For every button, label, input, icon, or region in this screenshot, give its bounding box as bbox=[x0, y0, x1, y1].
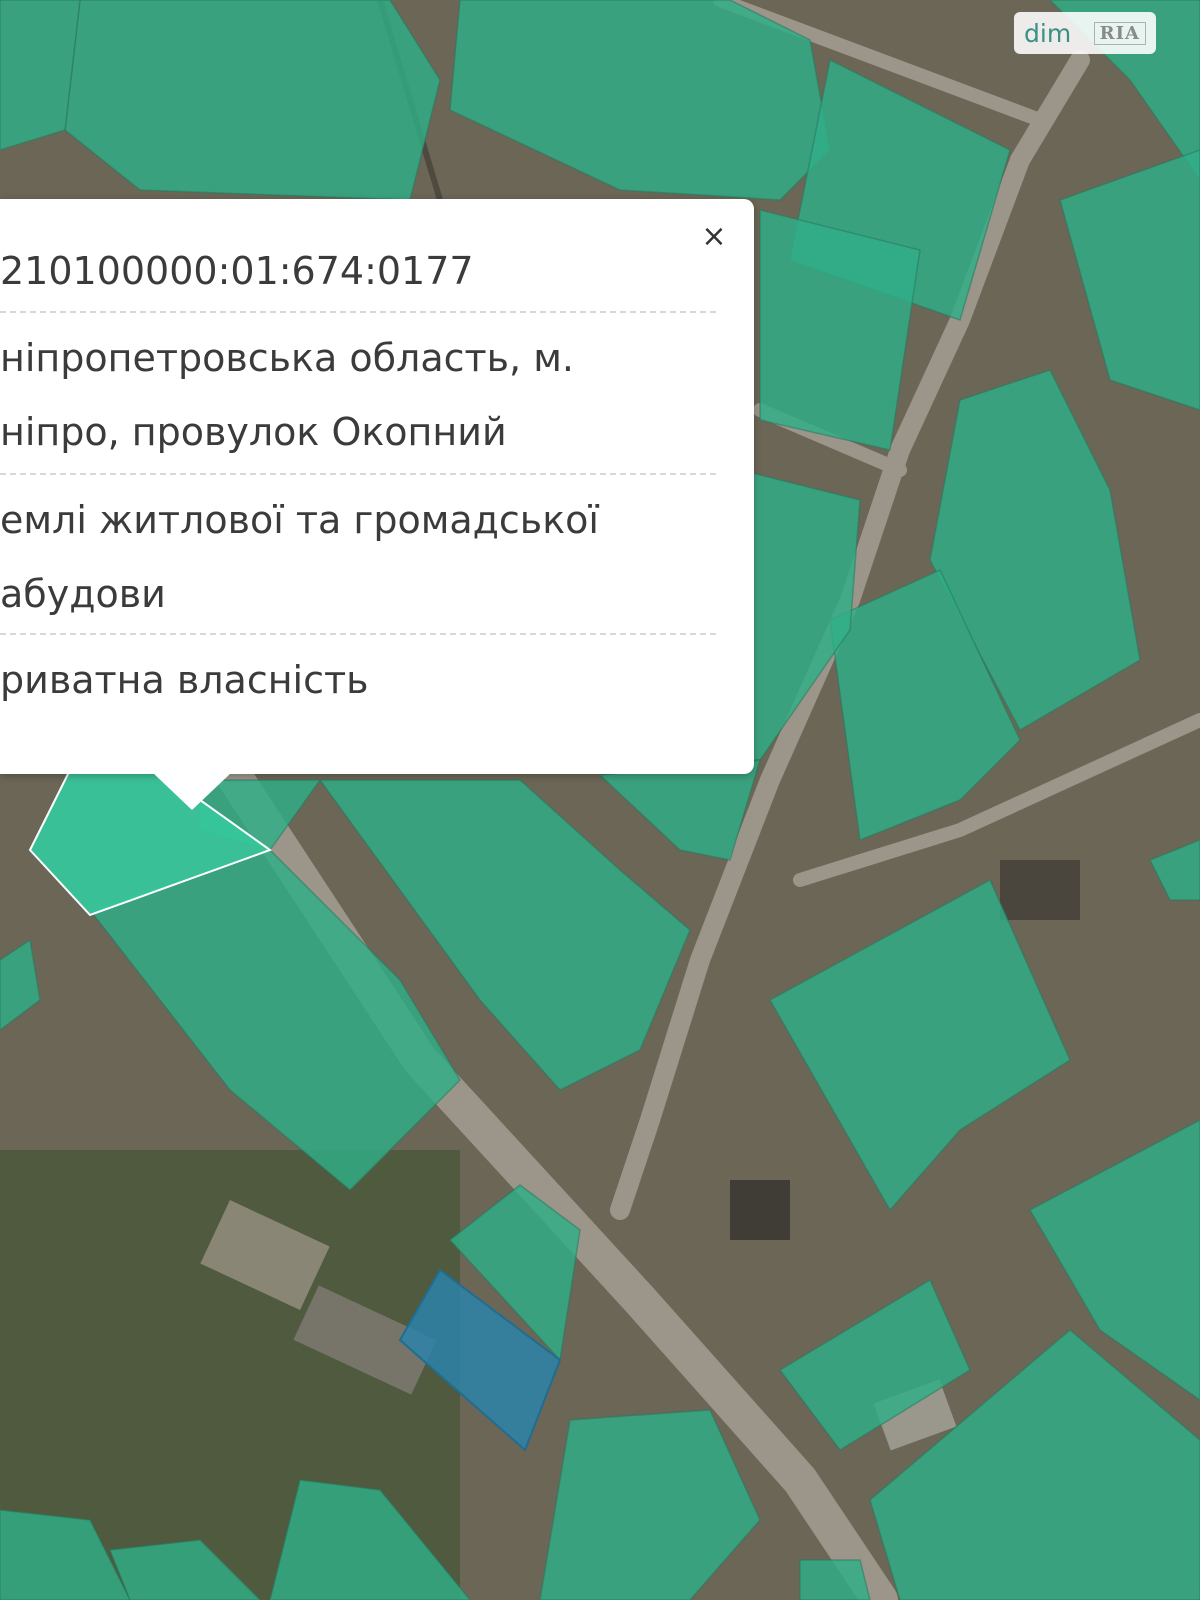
cadastral-number: 210100000:01:674:0177 bbox=[0, 249, 474, 293]
parcel bbox=[64, 0, 441, 201]
watermark-ria-logo: RIA bbox=[1093, 21, 1146, 45]
purpose-line-1: емлі житлової та громадської bbox=[0, 498, 599, 542]
address-line-1: ніпропетровська область, м. bbox=[0, 336, 574, 380]
divider bbox=[0, 633, 716, 635]
divider bbox=[0, 473, 716, 475]
address-line-2: ніпро, провулок Окопний bbox=[0, 410, 507, 454]
watermark-dim-text: dim bbox=[1024, 18, 1072, 48]
parcel bbox=[759, 209, 921, 451]
purpose-line-2: абудови bbox=[0, 572, 166, 616]
ownership-type: риватна власність bbox=[0, 658, 369, 702]
popup-pointer bbox=[152, 772, 232, 810]
divider bbox=[0, 311, 716, 313]
dim-ria-watermark: dim RIA bbox=[1014, 12, 1156, 54]
parcel-info-popup: × 210100000:01:674:0177 ніпропетровська … bbox=[0, 199, 754, 774]
parcel bbox=[799, 1559, 871, 1600]
